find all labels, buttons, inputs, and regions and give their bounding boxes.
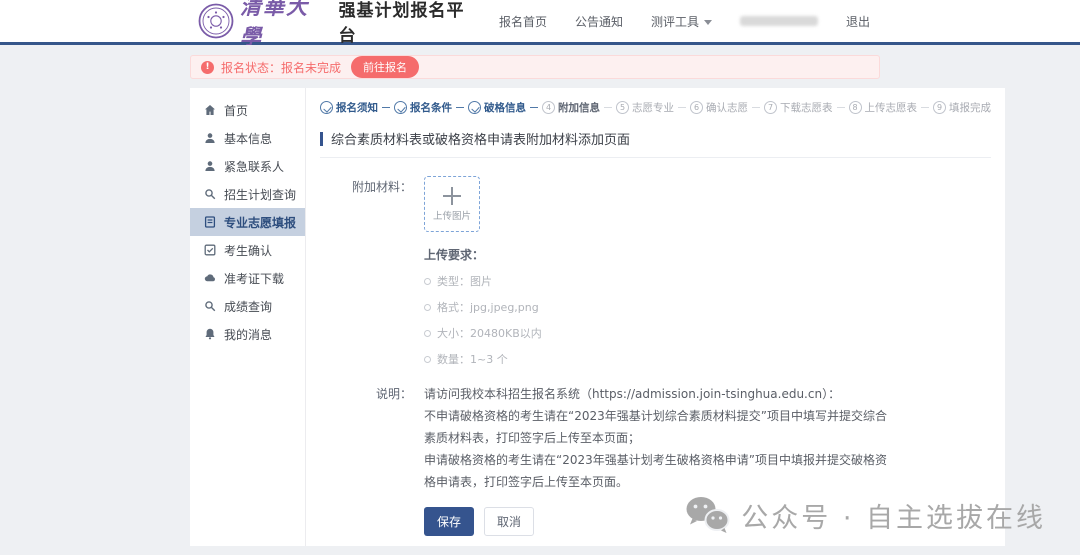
upload-field-label: 附加材料： <box>320 176 424 232</box>
step-additional-info: 4附加信息 <box>542 100 600 115</box>
logout-link[interactable]: 退出 <box>846 13 870 30</box>
step-major-choice: 5志愿专业 <box>616 100 674 115</box>
upload-button-text: 上传图片 <box>433 208 471 222</box>
step-connector <box>678 107 686 108</box>
cancel-button[interactable]: 取消 <box>484 507 534 536</box>
step-connector <box>752 107 760 108</box>
bell-icon <box>204 328 216 340</box>
user-icon <box>204 160 216 172</box>
requirement-item: 类型：图片 <box>424 273 991 289</box>
requirement-item: 格式：jpg,jpeg,png <box>424 299 991 315</box>
sidebar-item-label: 考生确认 <box>224 242 272 259</box>
note-line: 请访问我校本科招生报名系统（https://admission.join-tsi… <box>424 383 894 405</box>
sidebar-item-candidate-confirm[interactable]: 考生确认 <box>190 236 305 264</box>
status-text: 报名状态：报名未完成 <box>221 59 341 76</box>
watermark: 公众号 · 自主选拔在线 <box>685 495 1046 535</box>
check-circle-icon <box>320 101 333 114</box>
upload-image-button[interactable]: 上传图片 <box>424 176 480 232</box>
step-connector <box>456 107 464 108</box>
check-circle-icon <box>394 101 407 114</box>
step-number-circle: 7 <box>764 101 777 114</box>
sidebar-item-home[interactable]: 首页 <box>190 96 305 124</box>
note-line: 不申请破格资格的考生请在“2023年强基计划综合素质材料提交”项目中填写并提交综… <box>424 405 894 449</box>
page: 清華大學 强基计划报名平台 报名首页 公告通知 测评工具 退出 报名状态：报名未… <box>0 0 1080 555</box>
status-alert: 报名状态：报名未完成 前往报名 <box>190 55 880 79</box>
sidebar-item-basic-info[interactable]: 基本信息 <box>190 124 305 152</box>
title-accent-bar <box>320 132 323 146</box>
nav-home-link[interactable]: 报名首页 <box>499 13 547 30</box>
requirements-title: 上传要求： <box>424 246 991 263</box>
chevron-down-icon <box>704 20 712 25</box>
search-icon <box>204 188 216 200</box>
requirement-item: 数量：1~3 个 <box>424 351 991 367</box>
step-number-circle: 5 <box>616 101 629 114</box>
step-connector <box>382 107 390 108</box>
step-number-circle: 6 <box>690 101 703 114</box>
nav-tools-dropdown[interactable]: 测评工具 <box>651 13 712 30</box>
sidebar-item-label: 准考证下载 <box>224 270 284 287</box>
check-square-icon <box>204 244 216 256</box>
sidebar-item-admission-ticket[interactable]: 准考证下载 <box>190 264 305 292</box>
app-header: 清華大學 强基计划报名平台 报名首页 公告通知 测评工具 退出 <box>0 0 1080 42</box>
sidebar-item-label: 成绩查询 <box>224 298 272 315</box>
page-body: 报名状态：报名未完成 前往报名 首页 基本信息 紧急联系人 <box>0 45 1080 555</box>
check-circle-icon <box>468 101 481 114</box>
sidebar-item-label: 招生计划查询 <box>224 186 296 203</box>
nav-announcements-link[interactable]: 公告通知 <box>575 13 623 30</box>
sidebar-item-label: 首页 <box>224 102 248 119</box>
step-notice: 报名须知 <box>320 100 378 115</box>
step-download-form: 7下载志愿表 <box>764 100 833 115</box>
sidebar-item-enrollment-plan[interactable]: 招生计划查询 <box>190 180 305 208</box>
sidebar-item-emergency-contact[interactable]: 紧急联系人 <box>190 152 305 180</box>
step-complete: 9填报完成 <box>933 100 991 115</box>
step-upload-form: 8上传志愿表 <box>849 100 918 115</box>
user-name-redacted <box>740 16 818 26</box>
sidebar-item-score-query[interactable]: 成绩查询 <box>190 292 305 320</box>
note-line: 申请破格资格的考生请在“2023年强基计划考生破格资格申请”项目中填报并提交破格… <box>424 449 894 493</box>
step-connector <box>604 107 612 108</box>
sidebar-item-label: 基本信息 <box>224 130 272 147</box>
step-confirm-choice: 6确认志愿 <box>690 100 748 115</box>
main-content: 报名须知 报名条件 破格信息 4附加信息 5志愿专业 6确认志愿 7下载志愿表 … <box>306 88 1005 546</box>
search-icon <box>204 300 216 312</box>
step-number-circle: 8 <box>849 101 862 114</box>
university-name: 清華大學 <box>240 0 325 51</box>
sidebar-item-label: 我的消息 <box>224 326 272 343</box>
wechat-icon <box>685 495 731 535</box>
sidebar-item-messages[interactable]: 我的消息 <box>190 320 305 348</box>
step-indicator: 报名须知 报名条件 破格信息 4附加信息 5志愿专业 6确认志愿 7下载志愿表 … <box>320 100 991 115</box>
info-icon <box>201 61 214 74</box>
user-icon <box>204 132 216 144</box>
platform-title: 强基计划报名平台 <box>339 0 471 46</box>
sidebar-item-label: 紧急联系人 <box>224 158 284 175</box>
step-number-circle: 4 <box>542 101 555 114</box>
step-exception-info: 破格信息 <box>468 100 526 115</box>
step-connector <box>837 107 845 108</box>
section-title: 综合素质材料表或破格资格申请表附加材料添加页面 <box>320 129 991 158</box>
notes-label: 说明： <box>320 383 424 493</box>
header-nav: 报名首页 公告通知 测评工具 退出 <box>471 13 1080 30</box>
step-conditions: 报名条件 <box>394 100 452 115</box>
watermark-text: 公众号 · 自主选拔在线 <box>741 496 1046 535</box>
section-title-text: 综合素质材料表或破格资格申请表附加材料添加页面 <box>331 129 630 148</box>
plus-icon <box>443 187 461 205</box>
nav-tools-label: 测评工具 <box>651 15 699 29</box>
university-seal-logo <box>198 3 234 39</box>
go-register-button[interactable]: 前往报名 <box>351 56 419 78</box>
sidebar: 首页 基本信息 紧急联系人 招生计划查询 专业志愿填报 <box>190 88 306 546</box>
sidebar-item-label: 专业志愿填报 <box>224 214 296 231</box>
form-icon <box>204 216 216 228</box>
requirement-item: 大小：20480KB以内 <box>424 325 991 341</box>
sidebar-item-major-preference[interactable]: 专业志愿填报 <box>190 208 305 236</box>
cloud-download-icon <box>204 272 216 284</box>
step-connector <box>530 107 538 108</box>
home-icon <box>204 104 216 116</box>
step-number-circle: 9 <box>933 101 946 114</box>
save-button[interactable]: 保存 <box>424 507 474 536</box>
step-connector <box>921 107 929 108</box>
notes-text: 请访问我校本科招生报名系统（https://admission.join-tsi… <box>424 383 894 493</box>
upload-requirements: 上传要求： 类型：图片 格式：jpg,jpeg,png 大小：20480KB以内… <box>424 246 991 367</box>
